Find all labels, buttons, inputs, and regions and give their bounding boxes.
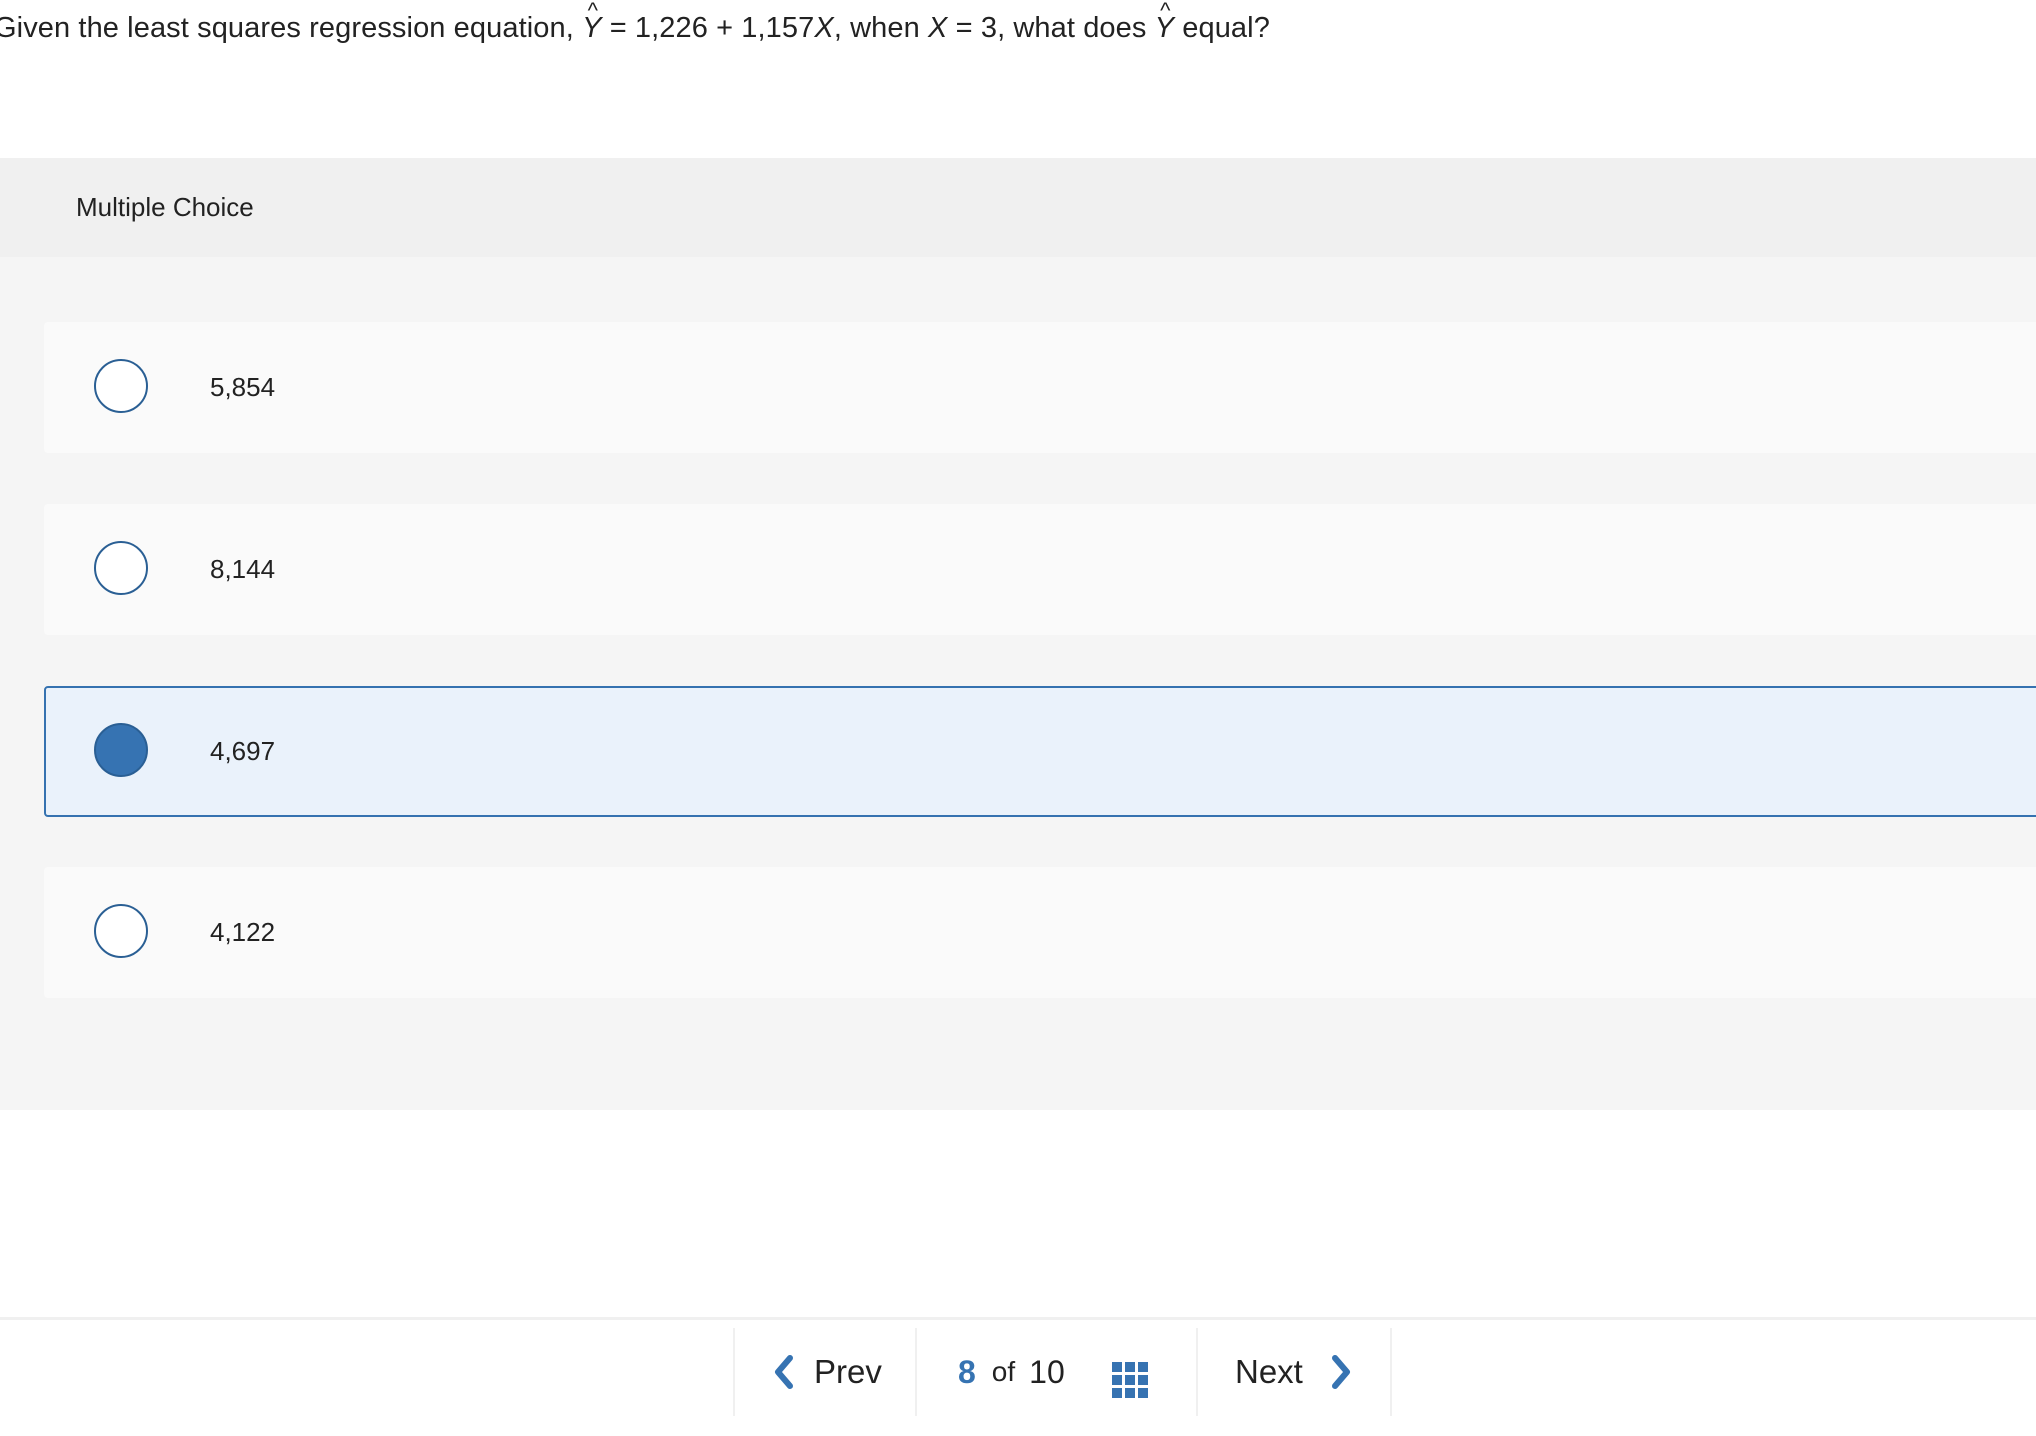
question-suffix: equal? bbox=[1174, 12, 1270, 44]
hat-mark: ^ bbox=[1160, 0, 1171, 23]
question-prefix: Given the least squares regression equat… bbox=[0, 12, 583, 44]
y-hat-symbol: ^ Y bbox=[1155, 0, 1174, 45]
option-label: 4,122 bbox=[210, 917, 276, 947]
chevron-left-icon bbox=[775, 1355, 793, 1389]
of-label: of bbox=[991, 1356, 1016, 1387]
question-middle: , when bbox=[833, 12, 929, 44]
footer-divider bbox=[0, 1317, 2036, 1320]
nav-divider bbox=[915, 1328, 917, 1416]
radio-button[interactable] bbox=[94, 904, 148, 958]
option-label: 8,144 bbox=[210, 554, 276, 584]
answer-option[interactable]: 4,122 bbox=[44, 867, 2036, 998]
nav-divider bbox=[733, 1328, 735, 1416]
y-hat-symbol: ^ Y bbox=[582, 0, 601, 45]
current-page: 8 bbox=[958, 1353, 976, 1390]
radio-button[interactable] bbox=[94, 541, 148, 595]
total-pages: 10 bbox=[1029, 1353, 1065, 1390]
chevron-right-icon bbox=[1331, 1355, 1350, 1389]
nav-divider bbox=[1390, 1328, 1392, 1416]
radio-button-checked[interactable] bbox=[94, 723, 148, 777]
radio-button[interactable] bbox=[94, 359, 148, 413]
question-type-header: Multiple Choice bbox=[0, 158, 2036, 257]
prev-button[interactable]: Prev bbox=[770, 1340, 882, 1404]
page-counter: 8 of 10 bbox=[958, 1340, 1065, 1404]
next-button[interactable]: Next bbox=[1235, 1340, 1355, 1404]
answer-option[interactable]: 8,144 bbox=[44, 504, 2036, 635]
grid-overview-icon[interactable] bbox=[1112, 1362, 1148, 1398]
answer-option-selected[interactable]: 4,697 bbox=[44, 686, 2036, 817]
hat-mark: ^ bbox=[587, 0, 599, 23]
next-label: Next bbox=[1235, 1353, 1303, 1390]
option-label: 5,854 bbox=[210, 372, 276, 402]
answer-option[interactable]: 5,854 bbox=[44, 322, 2036, 453]
x-symbol: X bbox=[928, 12, 948, 44]
option-label: 4,697 bbox=[210, 736, 276, 766]
nav-divider bbox=[1196, 1328, 1198, 1416]
prev-label: Prev bbox=[814, 1353, 882, 1390]
answer-options: 5,854 8,144 4,697 4,122 bbox=[0, 257, 2036, 1110]
equation-text: = 1,226 + 1,157 bbox=[601, 12, 815, 44]
question-type-label: Multiple Choice bbox=[76, 192, 254, 222]
question-text: Given the least squares regression equat… bbox=[0, 0, 1270, 45]
x-symbol: X bbox=[814, 12, 834, 44]
question-condition: = 3, what does bbox=[947, 12, 1155, 44]
